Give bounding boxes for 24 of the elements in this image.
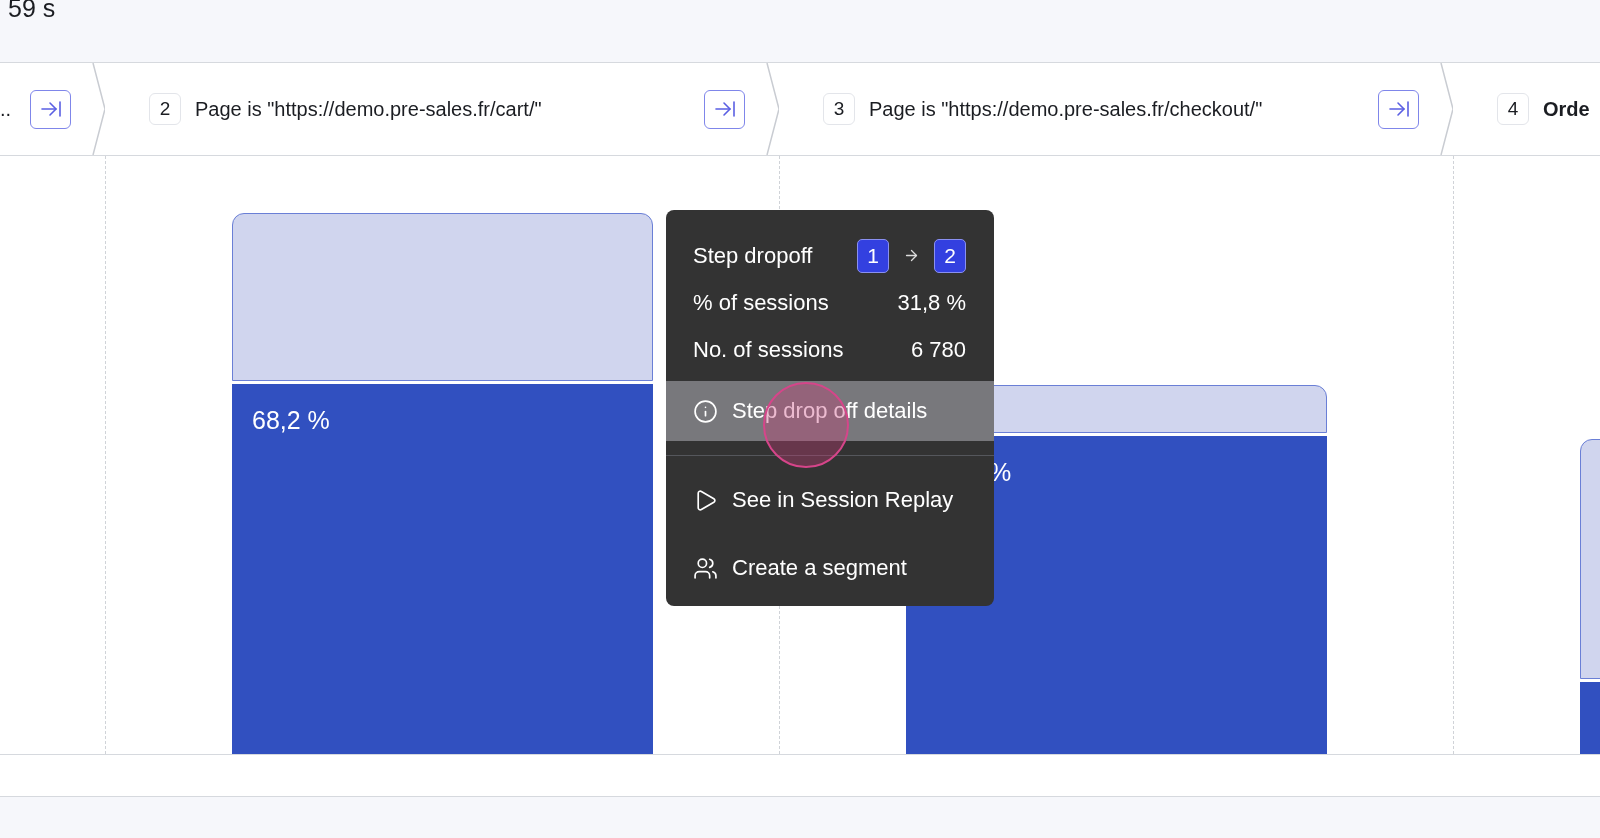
step-number: 2 <box>934 238 966 273</box>
summary-value: 59 s <box>8 0 56 18</box>
step-label: Page is "https://demo.pre-sales.fr/cart/" <box>195 97 543 121</box>
step-label: .. <box>0 97 13 121</box>
step-number: 4 <box>1497 93 1529 125</box>
jump-to-step-button[interactable] <box>704 89 745 129</box>
step-number: 2 <box>149 93 181 125</box>
metric-label: % of sessions <box>693 289 829 316</box>
menu-item[interactable]: See in Session Replay <box>666 470 994 530</box>
step-number: 1 <box>857 238 889 273</box>
step-number: 3 <box>823 93 855 125</box>
bar-label: 68,2 % <box>252 406 330 434</box>
metric-value: 31,8 % <box>897 289 966 316</box>
users-icon <box>693 555 718 581</box>
metric-value: 6 780 <box>910 336 966 363</box>
step-label: Page is "https://demo.pre-sales.fr/checkout/" <box>869 97 1264 121</box>
menu-item[interactable]: Create a segment <box>666 538 994 598</box>
metric-label: No. of sessions <box>693 336 844 363</box>
jump-to-step-button[interactable] <box>30 89 71 129</box>
arrow-icon <box>903 247 920 264</box>
step-label: Orde <box>1543 97 1590 121</box>
tooltip-title: Step dropoff <box>693 242 813 269</box>
info-icon <box>693 398 718 424</box>
jump-to-step-button[interactable] <box>1378 89 1419 129</box>
